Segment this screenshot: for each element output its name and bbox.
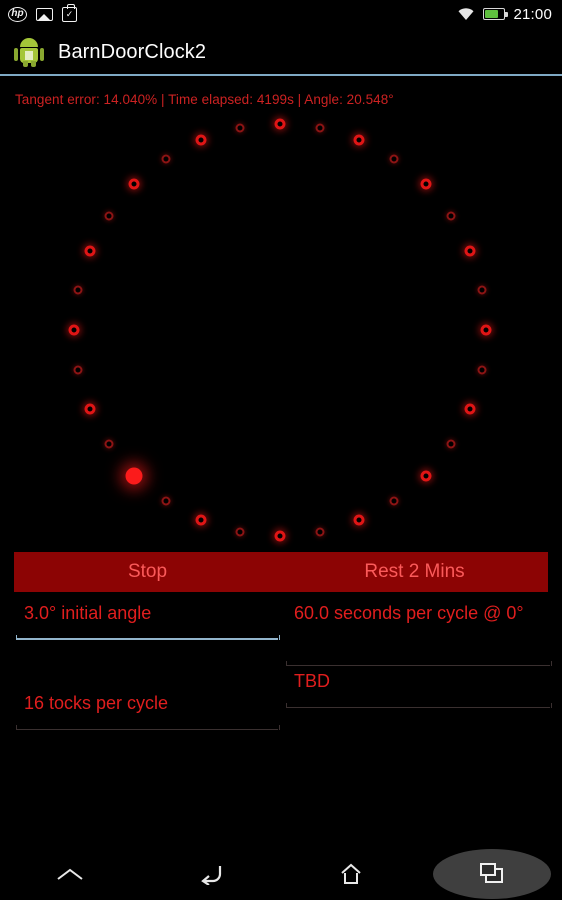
tock-dot-minor xyxy=(235,123,245,133)
tock-dot-major xyxy=(274,530,286,542)
tbd-cell: TBD xyxy=(284,666,552,730)
rest-button[interactable]: Rest 2 Mins xyxy=(281,552,548,592)
tock-dot-minor xyxy=(73,285,83,295)
tock-dot-minor xyxy=(104,439,114,449)
hp-logo-icon: hp xyxy=(8,6,27,22)
nav-menu-button[interactable] xyxy=(0,848,141,900)
initial-angle-field[interactable]: 3.0° initial angle xyxy=(14,598,280,628)
wifi-icon xyxy=(457,7,475,21)
tock-dot-major xyxy=(464,403,476,415)
tock-dot-minor xyxy=(315,123,325,133)
tock-dot-minor xyxy=(315,527,325,537)
tbd-field[interactable]: TBD xyxy=(284,666,552,696)
caret-up-icon xyxy=(56,867,84,881)
settings-fields: 3.0° initial angle 60.0 seconds per cycl… xyxy=(0,598,562,730)
tock-dot-minor xyxy=(235,527,245,537)
clock-time: 21:00 xyxy=(513,5,552,23)
tock-dot-major xyxy=(195,514,207,526)
tock-dot-active xyxy=(125,467,143,485)
seconds-per-cycle-cell: 60.0 seconds per cycle @ 0° xyxy=(284,598,552,666)
initial-angle-underline xyxy=(16,628,280,640)
home-icon xyxy=(339,862,363,886)
status-bar: hp ✓ 21:00 xyxy=(0,0,562,28)
nav-back-button[interactable] xyxy=(141,848,282,900)
app-root: hp ✓ 21:00 BarnDoorClock2 Tangent error:… xyxy=(0,0,562,900)
bag-check-icon: ✓ xyxy=(62,3,77,22)
recents-icon xyxy=(479,863,504,885)
tock-dot-major xyxy=(195,134,207,146)
tock-dot-minor xyxy=(389,496,399,506)
battery-icon xyxy=(483,8,509,20)
page-title: BarnDoorClock2 xyxy=(58,40,207,63)
tock-dot-major xyxy=(274,118,286,130)
tocks-per-cycle-field[interactable]: 16 tocks per cycle xyxy=(14,688,280,718)
seconds-per-cycle-field[interactable]: 60.0 seconds per cycle @ 0° xyxy=(284,598,552,654)
tock-dot-minor xyxy=(446,439,456,449)
seconds-per-cycle-underline xyxy=(286,654,552,666)
tock-dot-major xyxy=(420,178,432,190)
tock-dot-minor xyxy=(73,365,83,375)
stop-button[interactable]: Stop xyxy=(14,552,281,592)
tock-dot-major xyxy=(464,245,476,257)
tock-dot-minor xyxy=(161,496,171,506)
tock-dot-major xyxy=(480,324,492,336)
status-bar-left-icons: hp ✓ xyxy=(0,3,77,22)
tock-dot-major xyxy=(128,178,140,190)
nav-recents-button[interactable] xyxy=(422,848,562,900)
tocks-per-cycle-underline xyxy=(16,718,280,730)
tock-dot-major xyxy=(84,245,96,257)
nav-home-button[interactable] xyxy=(281,848,422,900)
tbd-underline xyxy=(286,696,552,708)
tock-dot-major xyxy=(68,324,80,336)
tock-dot-minor xyxy=(477,365,487,375)
field-row-1: 3.0° initial angle 60.0 seconds per cycl… xyxy=(0,598,562,666)
status-bar-right-icons: 21:00 xyxy=(457,6,562,23)
system-nav-bar xyxy=(0,848,562,900)
tock-dot-major xyxy=(420,470,432,482)
action-button-bar: Stop Rest 2 Mins xyxy=(14,552,548,592)
tock-dot-minor xyxy=(477,285,487,295)
title-divider xyxy=(0,74,562,76)
tock-dot-major xyxy=(84,403,96,415)
initial-angle-cell: 3.0° initial angle xyxy=(14,598,280,666)
tock-dot-major xyxy=(353,134,365,146)
tocks-per-cycle-cell: 16 tocks per cycle xyxy=(14,688,280,730)
photo-icon xyxy=(36,7,53,21)
tock-dot-minor xyxy=(389,154,399,164)
tock-dot-minor xyxy=(104,211,114,221)
android-robot-icon xyxy=(14,36,44,68)
status-readout: Tangent error: 14.040% | Time elapsed: 4… xyxy=(15,92,394,107)
back-arrow-icon xyxy=(198,863,224,886)
tock-dot-major xyxy=(353,514,365,526)
title-bar: BarnDoorClock2 xyxy=(0,28,562,76)
tock-dot-minor xyxy=(161,154,171,164)
tock-dial[interactable] xyxy=(0,110,562,550)
tock-dot-minor xyxy=(446,211,456,221)
field-row-2: 16 tocks per cycle TBD xyxy=(0,671,562,730)
